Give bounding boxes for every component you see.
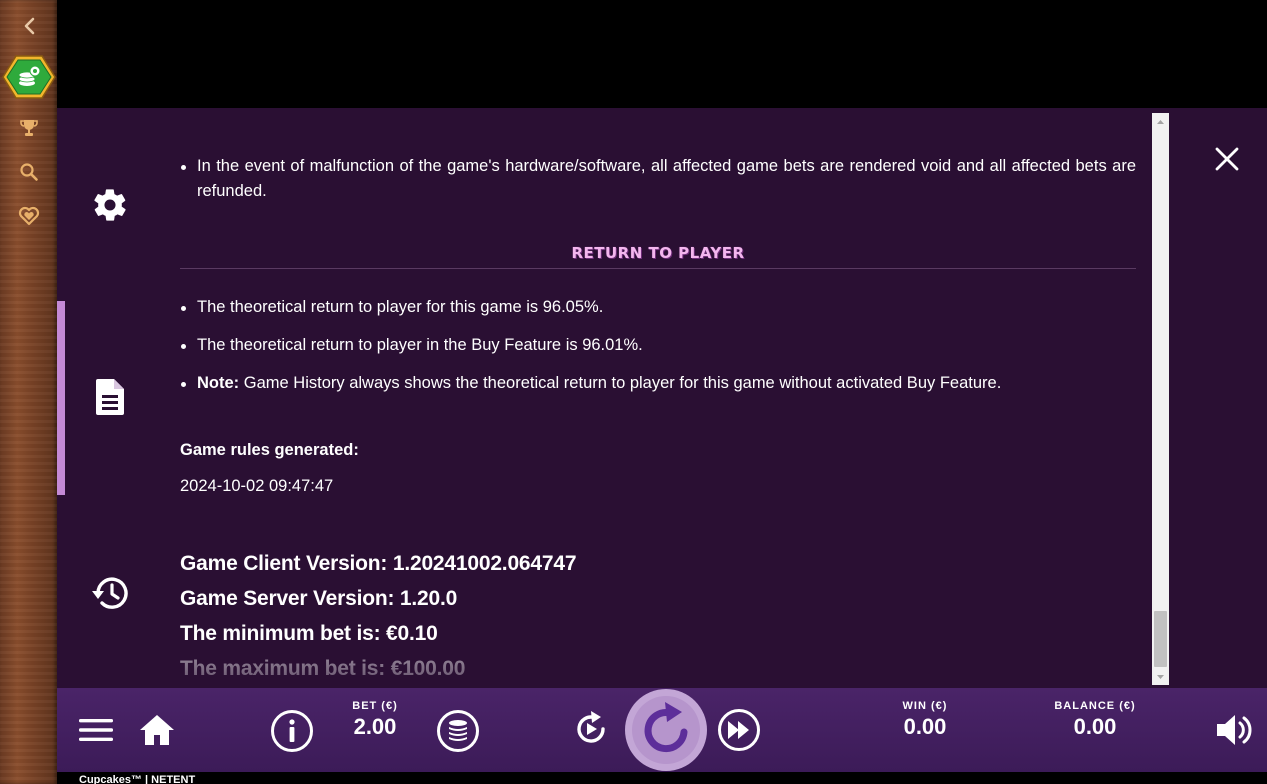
scroll-up-button[interactable] — [1152, 113, 1169, 130]
history-icon — [92, 577, 128, 609]
turbo-icon — [718, 709, 760, 751]
caret-down-icon — [1157, 674, 1164, 679]
scrollbar-thumb[interactable] — [1154, 611, 1167, 667]
info-icon — [271, 710, 313, 752]
game-brand-footer: Cupcakes™ | NETENT — [79, 774, 196, 784]
casino-logo-button[interactable] — [0, 52, 57, 102]
menu-button[interactable] — [77, 710, 115, 750]
rtp-list: The theoretical return to player for thi… — [180, 295, 1136, 409]
minimum-bet: The minimum bet is: €0.10 — [180, 622, 438, 645]
spin-icon — [625, 689, 707, 771]
rules-document-icon — [96, 379, 124, 415]
back-arrow-icon — [24, 17, 34, 35]
win-display: WIN (€) 0.00 — [883, 700, 967, 740]
close-icon — [1215, 147, 1239, 171]
bet-label: BET (€) — [352, 700, 398, 712]
win-label: WIN (€) — [902, 700, 948, 712]
server-version: Game Server Version: 1.20.0 — [180, 587, 458, 610]
game-rules-tab[interactable] — [89, 376, 131, 418]
note-label: Note: — [197, 374, 240, 392]
bet-value: 2.00 — [353, 714, 397, 739]
sound-icon — [1217, 715, 1252, 745]
bet-settings-button[interactable] — [435, 708, 481, 754]
caret-up-icon — [1157, 119, 1164, 124]
heart-icon — [18, 206, 39, 226]
game-rules-panel: In the event of malfunction of the game'… — [57, 108, 1267, 688]
win-value: 0.00 — [903, 714, 947, 739]
favourites-button[interactable] — [0, 203, 57, 229]
back-button[interactable] — [0, 12, 57, 40]
spin-button[interactable] — [624, 688, 708, 772]
note-text: Game History always shows the theoretica… — [243, 374, 1002, 392]
search-button[interactable] — [0, 159, 57, 185]
rules-generated-value: 2024-10-02 09:47:47 — [180, 477, 334, 495]
rtp-item-base: The theoretical return to player for thi… — [180, 295, 1136, 320]
rtp-heading: RETURN TO PLAYER — [571, 244, 745, 262]
info-button[interactable] — [269, 708, 315, 754]
balance-value: 0.00 — [1073, 714, 1117, 739]
trophy-icon — [19, 120, 38, 136]
search-icon — [19, 163, 38, 181]
balance-display: BALANCE (€) 0.00 — [1037, 700, 1153, 740]
rtp-note-item: Note: Game History always shows the theo… — [180, 371, 1136, 396]
active-section-indicator — [57, 301, 65, 495]
close-rules-button[interactable] — [1213, 145, 1241, 173]
game-top-area — [57, 0, 1267, 108]
turbo-button[interactable] — [715, 706, 763, 754]
bet-display: BET (€) 2.00 — [337, 700, 413, 740]
rules-generated-label: Game rules generated: — [180, 441, 359, 459]
coins-icon — [437, 710, 479, 752]
balance-label: BALANCE (€) — [1054, 700, 1136, 712]
autoplay-button[interactable] — [568, 706, 614, 752]
client-version: Game Client Version: 1.20241002.064747 — [180, 552, 577, 575]
autoplay-icon — [577, 711, 605, 743]
footer-strip: Cupcakes™ | NETENT — [57, 772, 1267, 784]
rules-scrollbar[interactable] — [1152, 113, 1169, 685]
coins-logo-icon — [1, 55, 56, 99]
version-info: Game Client Version: 1.20241002.064747 G… — [180, 546, 1136, 686]
menu-icon — [79, 719, 113, 741]
malfunction-item: In the event of malfunction of the game'… — [180, 154, 1136, 204]
rtp-item-buy-feature: The theoretical return to player in the … — [180, 333, 1136, 358]
settings-tab[interactable] — [89, 184, 131, 226]
scroll-down-button[interactable] — [1152, 668, 1169, 685]
malfunction-list: In the event of malfunction of the game'… — [180, 154, 1136, 204]
trophy-button[interactable] — [0, 115, 57, 141]
sound-button[interactable] — [1212, 708, 1256, 752]
section-divider — [180, 268, 1136, 269]
game-control-bar: BET (€) 2.00 WIN (€) 0.00 BALANCE (€) 0.… — [57, 688, 1267, 772]
left-rail — [0, 0, 57, 784]
home-icon — [140, 715, 174, 745]
home-button[interactable] — [135, 708, 179, 752]
history-tab[interactable] — [89, 572, 131, 614]
rules-content: In the event of malfunction of the game'… — [180, 108, 1136, 688]
settings-icon — [94, 189, 126, 221]
maximum-bet: The maximum bet is: €100.00 — [180, 657, 466, 680]
